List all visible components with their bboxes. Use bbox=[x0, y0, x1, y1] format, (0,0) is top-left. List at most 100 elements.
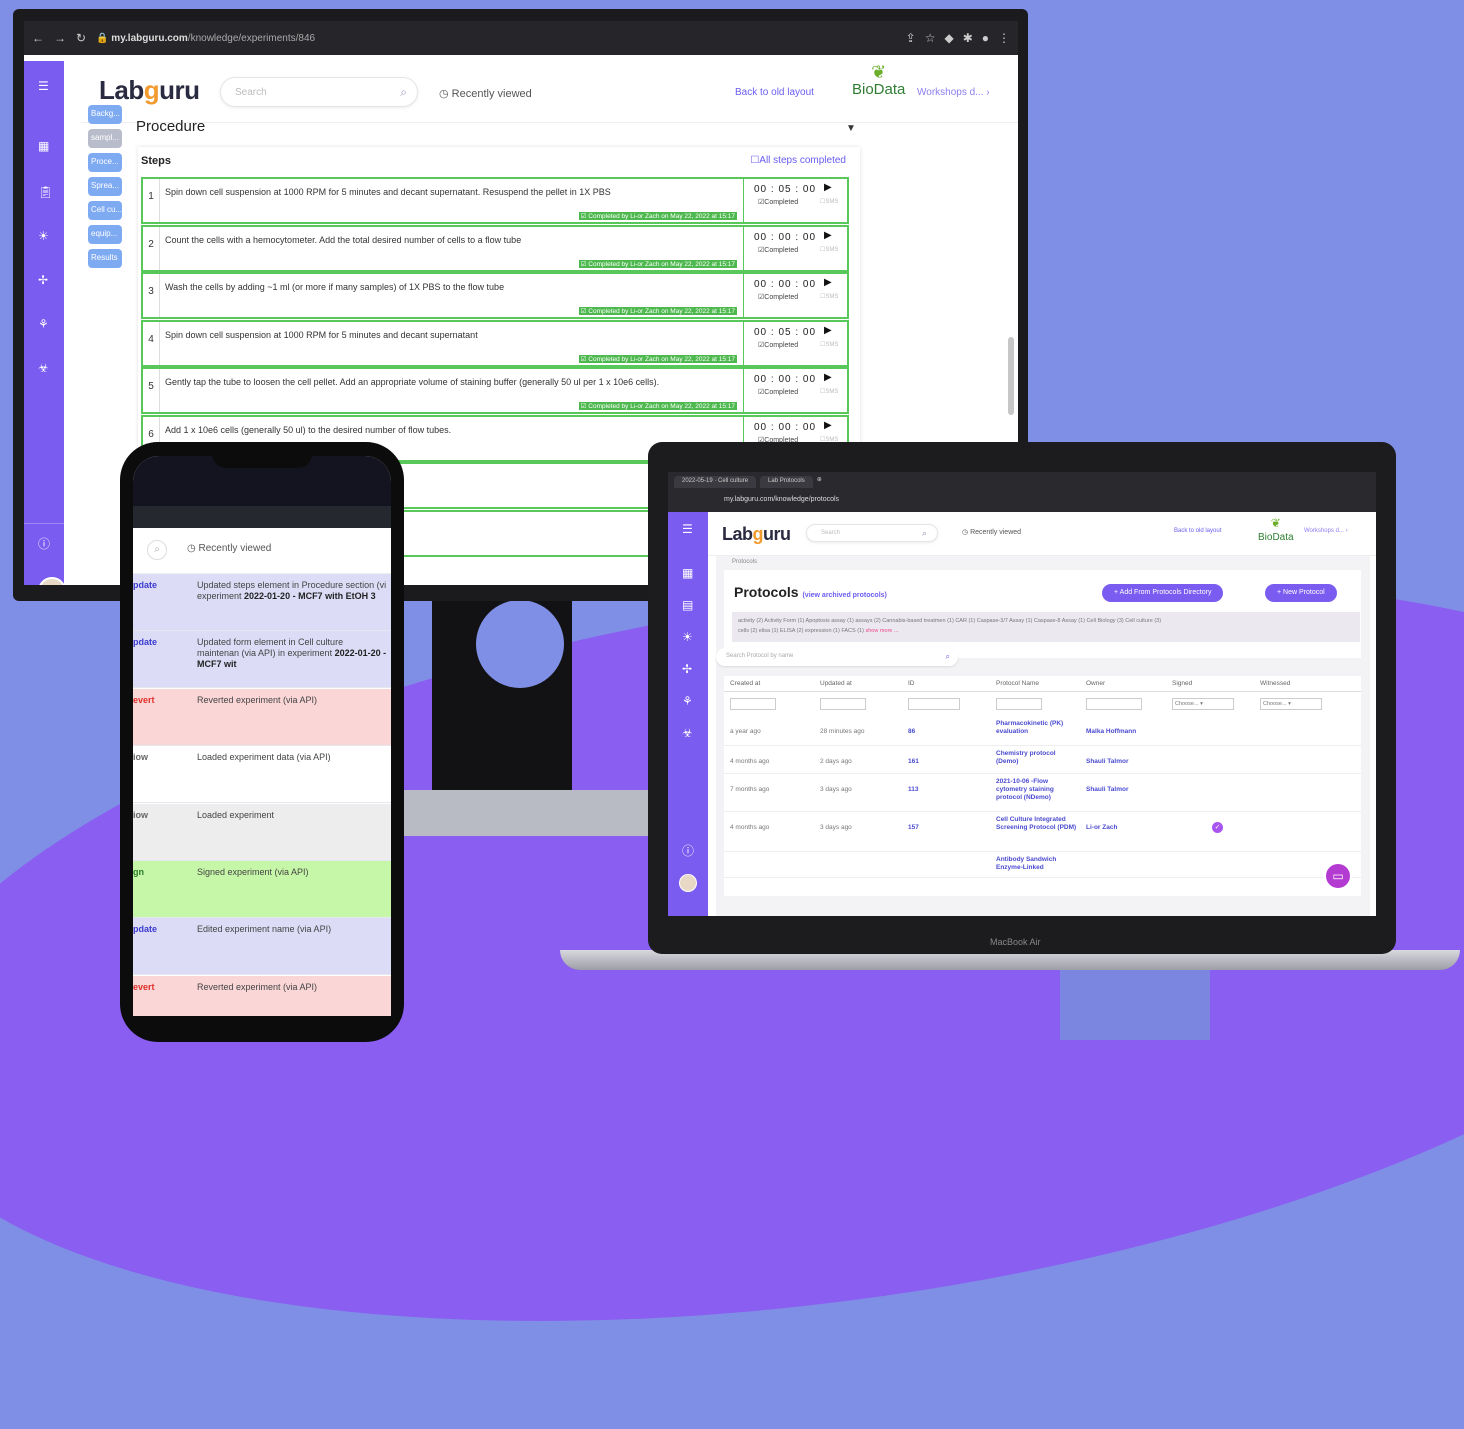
menu-dots-icon[interactable]: ⋮ bbox=[998, 31, 1010, 45]
timer-value[interactable]: 00 : 00 : 00 bbox=[754, 279, 816, 290]
timer-value[interactable]: 00 : 00 : 00 bbox=[754, 422, 816, 433]
step-number[interactable]: 1 bbox=[143, 179, 160, 222]
step-text[interactable]: Add 1 x 10e6 cells (generally 50 ul) to … bbox=[165, 425, 745, 435]
avatar[interactable] bbox=[679, 874, 697, 892]
section-pill-6[interactable]: Results bbox=[88, 249, 122, 268]
section-pill-2[interactable]: Proce... bbox=[88, 153, 122, 172]
filter-input[interactable] bbox=[820, 698, 866, 710]
add-from-directory-button[interactable]: + Add From Protocols Directory bbox=[1102, 584, 1224, 602]
timer-value[interactable]: 00 : 00 : 00 bbox=[754, 232, 816, 243]
all-steps-checkbox[interactable]: ☐All steps completed bbox=[750, 155, 846, 166]
back-icon[interactable]: ← bbox=[32, 31, 44, 45]
puzzle-icon[interactable]: ✱ bbox=[963, 31, 973, 45]
filter-input[interactable] bbox=[908, 698, 960, 710]
clipboard-icon[interactable]: ▤ bbox=[682, 598, 693, 612]
table-row[interactable]: a year ago 28 minutes ago 86 Pharmacokin… bbox=[724, 716, 1361, 746]
completed-checkbox[interactable]: ☑Completed bbox=[758, 246, 798, 254]
new-protocol-button[interactable]: + New Protocol bbox=[1265, 584, 1337, 602]
column-header[interactable]: ID bbox=[908, 680, 915, 687]
column-header[interactable]: Protocol Name bbox=[996, 680, 1039, 687]
protocol-name[interactable]: Antibody Sandwich Enzyme-Linked bbox=[996, 856, 1078, 872]
play-icon[interactable]: ▶ bbox=[824, 420, 832, 431]
sms-checkbox[interactable]: ☐SMS bbox=[820, 198, 838, 205]
plant-icon[interactable]: ⚘ bbox=[38, 317, 49, 331]
network-icon[interactable]: ✢ bbox=[38, 273, 48, 287]
breadcrumb[interactable]: Protocols bbox=[732, 559, 757, 565]
timer-value[interactable]: 00 : 00 : 00 bbox=[754, 374, 816, 385]
table-row[interactable]: 4 months ago 2 days ago 161 Chemistry pr… bbox=[724, 746, 1361, 774]
recently-viewed[interactable]: ◷ Recently viewed bbox=[962, 528, 1021, 536]
laptop-search-input[interactable]: Search ⌕ bbox=[806, 524, 938, 542]
play-icon[interactable]: ▶ bbox=[824, 182, 832, 193]
table-row[interactable]: 4 months ago 3 days ago 157 Cell Culture… bbox=[724, 812, 1361, 852]
sms-checkbox[interactable]: ☐SMS bbox=[820, 388, 838, 395]
hamburger-icon[interactable]: ☰ bbox=[682, 522, 693, 536]
show-more-link[interactable]: show more ... bbox=[865, 628, 898, 634]
address-bar[interactable]: 🔒 my.labguru.com/knowledge/experiments/8… bbox=[96, 33, 896, 44]
section-pill-0[interactable]: Backg... bbox=[88, 105, 122, 124]
protocol-id[interactable]: 86 bbox=[908, 728, 915, 735]
tag-list-2[interactable]: cells (2) elisa (1) ELISA (2) expression… bbox=[738, 628, 864, 634]
step-text[interactable]: Spin down cell suspension at 1000 RPM fo… bbox=[165, 330, 745, 340]
scrollbar[interactable] bbox=[1008, 337, 1014, 415]
help-icon[interactable]: ⓘ bbox=[682, 842, 694, 859]
column-header[interactable]: Owner bbox=[1086, 680, 1105, 687]
forward-icon[interactable]: → bbox=[54, 31, 66, 45]
back-to-old-layout-link[interactable]: Back to old layout bbox=[1174, 528, 1221, 534]
section-pill-3[interactable]: Sprea... bbox=[88, 177, 122, 196]
section-pill-1[interactable]: sampl... bbox=[88, 129, 122, 148]
protocol-name[interactable]: 2021-10-06 -Flow cytometry staining prot… bbox=[996, 778, 1078, 802]
protocol-name[interactable]: Cell Culture Integrated Screening Protoc… bbox=[996, 816, 1078, 832]
completed-checkbox[interactable]: ☑Completed bbox=[758, 198, 798, 206]
owner[interactable]: Shauli Talmor bbox=[1086, 758, 1129, 765]
filter-input[interactable] bbox=[996, 698, 1042, 710]
hamburger-icon[interactable]: ☰ bbox=[38, 79, 49, 93]
network-icon[interactable]: ✢ bbox=[682, 662, 692, 676]
sms-checkbox[interactable]: ☐SMS bbox=[820, 341, 838, 348]
workshops-link[interactable]: Workshops d... › bbox=[917, 87, 990, 98]
filter-input[interactable] bbox=[1086, 698, 1142, 710]
dashboard-icon[interactable]: ▦ bbox=[682, 566, 693, 580]
step-text[interactable]: Wash the cells by adding ~1 ml (or more … bbox=[165, 282, 745, 292]
section-pill-5[interactable]: equip... bbox=[88, 225, 122, 244]
column-header[interactable]: Signed bbox=[1172, 680, 1192, 687]
search-icon[interactable]: ⌕ bbox=[147, 540, 167, 560]
step-number[interactable]: 2 bbox=[143, 226, 160, 270]
laptop-address-bar[interactable]: my.labguru.com/knowledge/protocols bbox=[668, 492, 1376, 512]
reload-icon[interactable]: ↻ bbox=[76, 31, 86, 45]
tab-lab-protocols[interactable]: Lab Protocols bbox=[760, 476, 813, 488]
recently-viewed[interactable]: ◷ Recently viewed bbox=[187, 543, 271, 554]
sms-checkbox[interactable]: ☐SMS bbox=[820, 293, 838, 300]
timer-value[interactable]: 00 : 05 : 00 bbox=[754, 184, 816, 195]
protocol-id[interactable]: 157 bbox=[908, 824, 919, 831]
avatar[interactable] bbox=[38, 577, 66, 585]
star-icon[interactable]: ☆ bbox=[925, 31, 936, 45]
protocol-id[interactable]: 161 bbox=[908, 758, 919, 765]
step-number[interactable]: 4 bbox=[143, 321, 160, 365]
chat-icon[interactable]: ▭ bbox=[1324, 862, 1352, 890]
step-text[interactable]: Count the cells with a hemocytometer. Ad… bbox=[165, 235, 745, 245]
choose-select[interactable]: Choose... ▾ bbox=[1260, 698, 1322, 710]
step-text[interactable]: Spin down cell suspension at 1000 RPM fo… bbox=[165, 187, 745, 197]
help-icon[interactable]: ⓘ bbox=[38, 535, 50, 552]
step-number[interactable]: 5 bbox=[143, 369, 160, 412]
protocol-search-input[interactable]: Search Protocol by name ⌕ bbox=[716, 648, 958, 666]
collapse-caret-icon[interactable]: ▼ bbox=[846, 123, 856, 134]
protocol-name[interactable]: Pharmacokinetic (PK) evaluation bbox=[996, 720, 1078, 736]
biohazard-icon[interactable]: ☣ bbox=[682, 726, 693, 740]
protocol-name[interactable]: Chemistry protocol (Demo) bbox=[996, 750, 1078, 766]
back-to-old-layout-link[interactable]: Back to old layout bbox=[735, 87, 814, 98]
owner[interactable]: Li-or Zach bbox=[1086, 824, 1117, 831]
archived-link[interactable]: (view archived protocols) bbox=[802, 592, 886, 599]
filter-input[interactable] bbox=[730, 698, 776, 710]
completed-checkbox[interactable]: ☑Completed bbox=[758, 293, 798, 301]
profile-icon[interactable]: ● bbox=[982, 31, 989, 45]
search-input[interactable]: Search ⌕ bbox=[220, 77, 418, 107]
choose-select[interactable]: Choose... ▾ bbox=[1172, 698, 1234, 710]
column-header[interactable]: Updated at bbox=[820, 680, 852, 687]
tab-cell-culture[interactable]: 2022-05-19 · Cell culture bbox=[674, 476, 757, 488]
completed-checkbox[interactable]: ☑Completed bbox=[758, 388, 798, 396]
biohazard-icon[interactable]: ☣ bbox=[38, 361, 49, 375]
sms-checkbox[interactable]: ☐SMS bbox=[820, 246, 838, 253]
play-icon[interactable]: ▶ bbox=[824, 230, 832, 241]
